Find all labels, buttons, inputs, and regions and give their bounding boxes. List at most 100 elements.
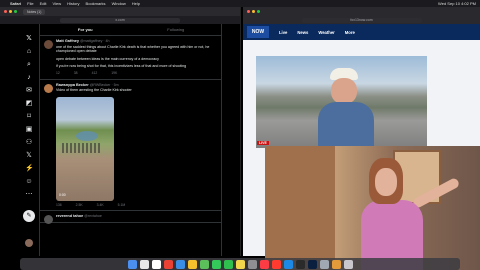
close-window-icon[interactable] [247, 10, 250, 13]
post[interactable]: reverend tahoe @revtahoe [40, 211, 221, 225]
dock-music-icon[interactable] [259, 259, 269, 269]
avatar[interactable] [44, 83, 53, 93]
post-author[interactable]: reverend tahoe [56, 214, 83, 218]
bookmark-icon[interactable]: ⌑ [25, 113, 33, 121]
reply-count[interactable]: 136 [56, 203, 62, 208]
menu-window[interactable]: Window [112, 1, 126, 6]
tab-x[interactable]: Notes (1) [23, 8, 46, 15]
dock-calendar-icon[interactable] [151, 259, 161, 269]
video-time: 0:00 [59, 193, 66, 198]
dock-chrome-icon[interactable] [163, 259, 173, 269]
avatar[interactable] [44, 215, 53, 225]
dock-preview-icon[interactable] [319, 259, 329, 269]
post[interactable]: Rawsnppa Becker @RWBecker · 5m Video of … [40, 80, 221, 212]
repost-count[interactable]: 2.5K [76, 203, 83, 208]
post-handle: @mattgaffney · 4h [80, 39, 110, 43]
post-text: Video of them arresting the Charlie Kirk… [56, 88, 132, 93]
url-field[interactable]: x.com [60, 17, 180, 23]
jobs-icon[interactable]: ▣ [25, 126, 33, 134]
video-frame [265, 146, 335, 270]
minimize-window-icon[interactable] [252, 10, 255, 13]
feed-tabs: For you Following [40, 24, 221, 36]
x-logo-icon[interactable]: 𝕏 [25, 34, 33, 42]
news-header: NOW Live News Weather More [243, 24, 480, 40]
tab-for-you[interactable]: For you [40, 24, 131, 35]
post-author[interactable]: Matt Gaffney [56, 39, 79, 43]
dock-files-icon[interactable] [331, 259, 341, 269]
address-bar: fox13now.com [243, 16, 480, 24]
repost-count[interactable]: 38 [74, 71, 78, 76]
video-frame [76, 130, 98, 141]
live-video-player[interactable]: LIVE [256, 56, 427, 148]
address-bar: x.com [0, 16, 240, 24]
profile-icon[interactable]: ☺ [25, 178, 33, 186]
dock [20, 258, 460, 270]
account-avatar[interactable] [25, 239, 33, 247]
reply-count[interactable]: 12 [56, 71, 60, 76]
view-count[interactable]: 19K [111, 71, 117, 76]
menu-clock[interactable]: Wed Sep 10 4:02 PM [438, 1, 476, 6]
nav-weather[interactable]: Weather [318, 30, 334, 35]
nav-news[interactable]: News [297, 30, 308, 35]
dock-photoshop-icon[interactable] [307, 259, 317, 269]
bell-icon[interactable]: ♪ [25, 74, 33, 82]
dock-messages-icon[interactable] [211, 259, 221, 269]
dock-trash-icon[interactable] [343, 259, 353, 269]
menu-edit[interactable]: Edit [40, 1, 47, 6]
communities-icon[interactable]: ⚇ [25, 139, 33, 147]
video-player[interactable]: 0:00 [56, 96, 114, 201]
minimize-window-icon[interactable] [9, 10, 12, 13]
avatar[interactable] [44, 40, 53, 49]
premium-icon[interactable]: 𝕏 [25, 152, 33, 160]
post[interactable]: Matt Gaffney @mattgaffney · 4h one of th… [40, 36, 221, 80]
webcam-overlay [265, 146, 480, 270]
menu-help[interactable]: Help [132, 1, 140, 6]
dock-terminal-icon[interactable] [295, 259, 305, 269]
like-count[interactable]: 3.4K [97, 203, 104, 208]
post-actions: 136 2.5K 3.4K 5.1M [56, 203, 217, 208]
dock-facetime-icon[interactable] [223, 259, 233, 269]
more-icon[interactable]: ⋯ [25, 191, 33, 199]
zoom-window-icon[interactable] [257, 10, 260, 13]
dock-finder-icon[interactable] [127, 259, 137, 269]
dock-photos-icon[interactable] [187, 259, 197, 269]
video-frame [62, 142, 102, 153]
dock-mail-icon[interactable] [175, 259, 185, 269]
tab-bar: Notes (1) [0, 7, 240, 16]
menu-file[interactable]: File [27, 1, 33, 6]
url-field[interactable]: fox13now.com [301, 17, 422, 23]
post-actions: 12 38 412 19K [56, 71, 217, 76]
mail-icon[interactable]: ✉ [25, 87, 33, 95]
menu-app-name[interactable]: Safari [10, 1, 21, 6]
view-count[interactable]: 5.1M [118, 203, 126, 208]
news-logo[interactable]: NOW [247, 26, 269, 38]
zoom-window-icon[interactable] [14, 10, 17, 13]
x-browser-window: Notes (1) x.com 𝕏 ⌂ ⌕ ♪ ✉ ◩ ⌑ ▣ ⚇ 𝕏 ⚡ ☺ … [0, 7, 241, 256]
menu-view[interactable]: View [52, 1, 61, 6]
verified-orgs-icon[interactable]: ⚡ [25, 165, 34, 173]
nav-more[interactable]: More [345, 30, 355, 35]
dock-maps-icon[interactable] [199, 259, 209, 269]
menu-bookmarks[interactable]: Bookmarks [86, 1, 106, 6]
close-window-icon[interactable] [4, 10, 7, 13]
menu-bar: Safari File Edit View History Bookmarks … [0, 0, 480, 7]
post-author[interactable]: Rawsnppa Becker [56, 83, 89, 87]
dock-appstore-icon[interactable] [283, 259, 293, 269]
tab-following[interactable]: Following [131, 24, 222, 35]
like-count[interactable]: 412 [92, 71, 98, 76]
post-text: one of the saddest things about Charlie … [56, 44, 210, 54]
grok-icon[interactable]: ◩ [25, 100, 33, 108]
desktop: Safari File Edit View History Bookmarks … [0, 0, 480, 270]
dock-news-icon[interactable] [271, 259, 281, 269]
timeline: For you Following Matt Gaffney @mattgaff… [39, 24, 222, 256]
dock-launchpad-icon[interactable] [139, 259, 149, 269]
home-icon[interactable]: ⌂ [25, 48, 33, 56]
search-icon[interactable]: ⌕ [25, 61, 33, 69]
dock-settings-icon[interactable] [247, 259, 257, 269]
post-button[interactable]: ✎ [23, 210, 35, 222]
tab-bar [243, 7, 480, 16]
dock-notes-icon[interactable] [235, 259, 245, 269]
nav-live[interactable]: Live [279, 30, 287, 35]
menu-history[interactable]: History [67, 1, 79, 6]
live-badge: LIVE [257, 141, 269, 145]
